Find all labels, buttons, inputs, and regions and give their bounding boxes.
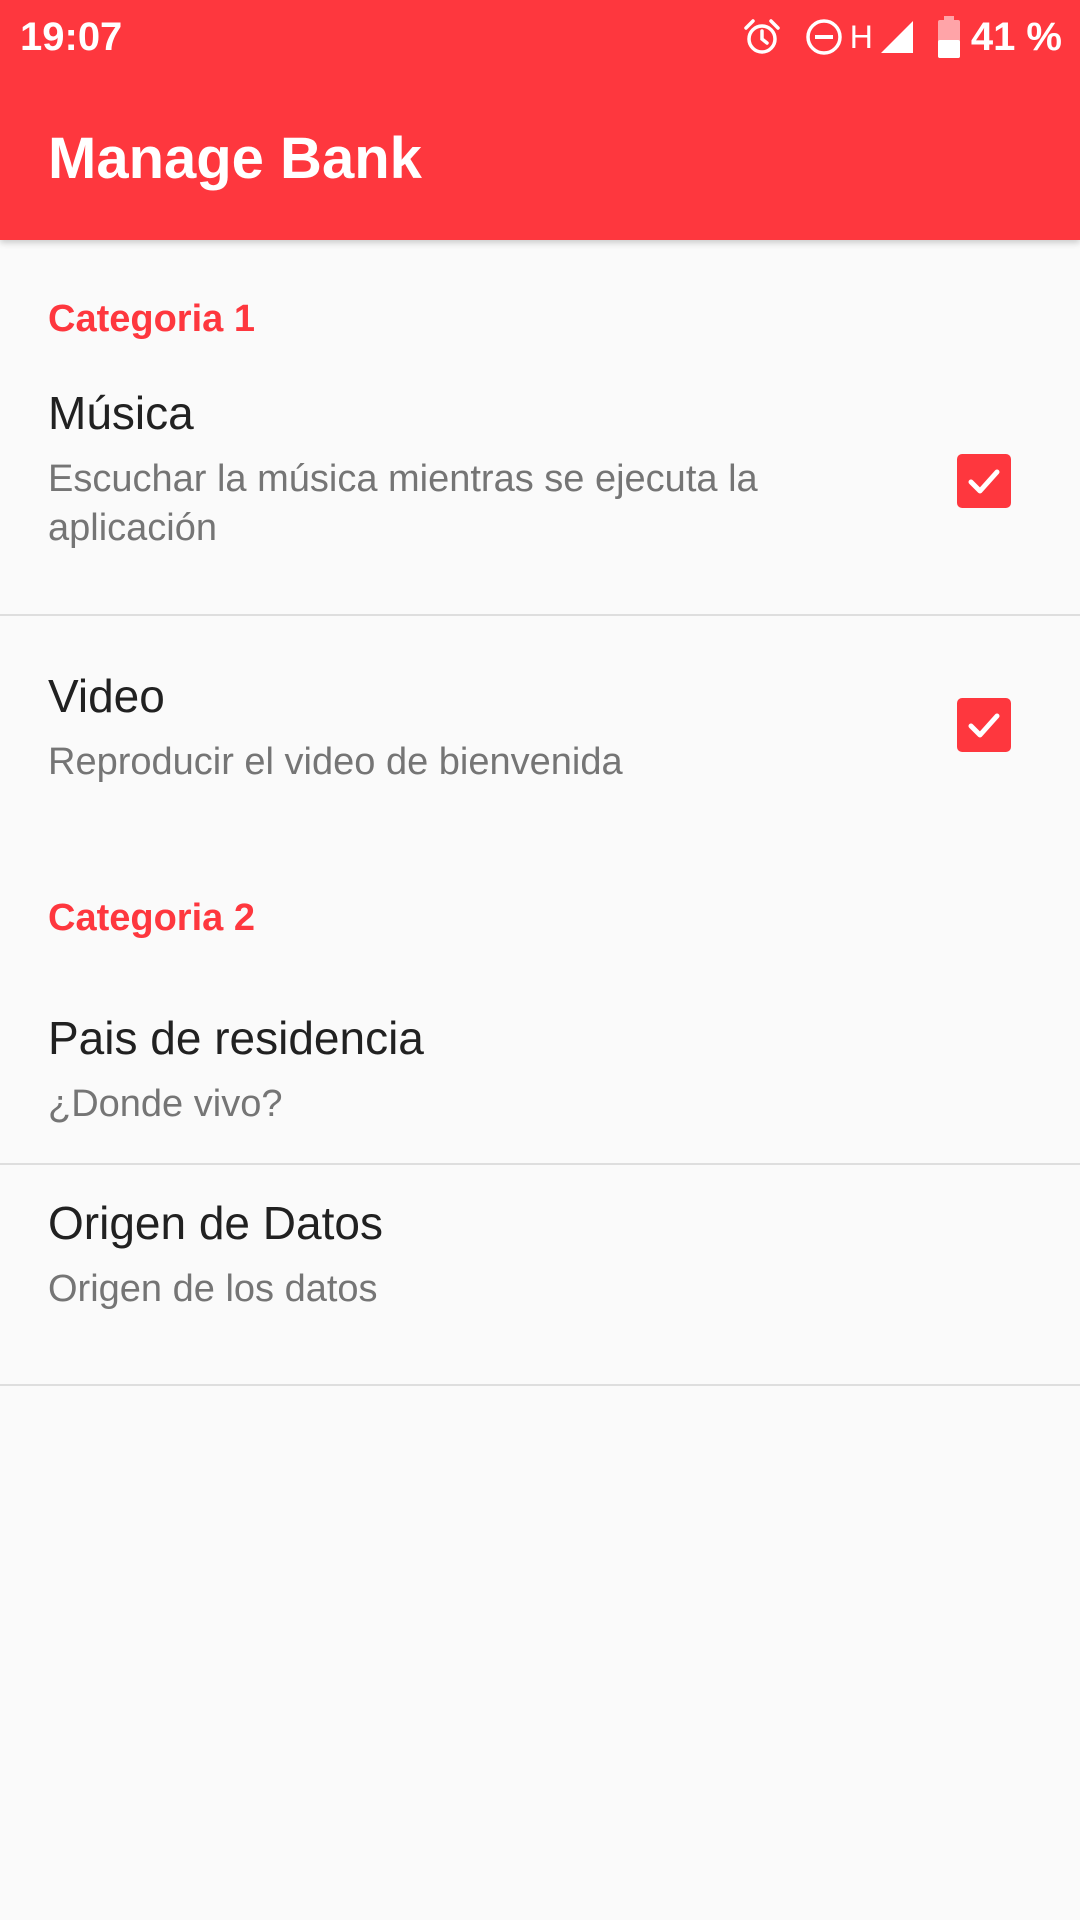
checkmark-icon xyxy=(968,713,1000,738)
battery-icon xyxy=(937,16,961,58)
video-checkbox[interactable] xyxy=(957,698,1011,752)
category-2-header: Categoria 2 xyxy=(48,897,255,939)
divider xyxy=(0,1384,1080,1386)
pref-country-title: Pais de residencia xyxy=(48,1012,424,1064)
pref-music-title: Música xyxy=(48,387,194,439)
category-1-header: Categoria 1 xyxy=(48,298,255,340)
battery-percent: 41 % xyxy=(970,15,1062,59)
status-time: 19:07 xyxy=(20,15,123,59)
pref-music[interactable]: Música Escuchar la música mientras se ej… xyxy=(0,375,1080,627)
pref-country[interactable]: Pais de residencia ¿Donde vivo? xyxy=(0,980,1080,1162)
app-bar: 19:07 H 41 % Manage Bank xyxy=(0,0,1080,240)
pref-data-source-title: Origen de Datos xyxy=(48,1197,383,1249)
pref-video-summary: Reproducir el video de bienvenida xyxy=(48,741,623,783)
status-bar: 19:07 H 41 % xyxy=(0,0,1080,75)
checkmark-icon xyxy=(968,469,1000,494)
music-checkbox[interactable] xyxy=(957,454,1011,508)
pref-video-title: Video xyxy=(48,670,165,722)
network-type: H xyxy=(849,19,873,55)
pref-country-summary: ¿Donde vivo? xyxy=(48,1083,283,1125)
app-title: Manage Bank xyxy=(48,126,422,191)
pref-music-summary: Escuchar la música mientras se ejecuta l… xyxy=(48,458,758,549)
pref-video[interactable]: Video Reproducir el video de bienvenida xyxy=(0,616,1080,830)
pref-data-source-summary: Origen de los datos xyxy=(48,1268,378,1310)
pref-data-source[interactable]: Origen de Datos Origen de los datos xyxy=(0,1165,1080,1383)
status-icons: H 41 % xyxy=(742,14,1062,60)
alarm-icon xyxy=(742,17,782,57)
do-not-disturb-icon xyxy=(804,17,844,57)
signal-icon xyxy=(879,19,915,55)
